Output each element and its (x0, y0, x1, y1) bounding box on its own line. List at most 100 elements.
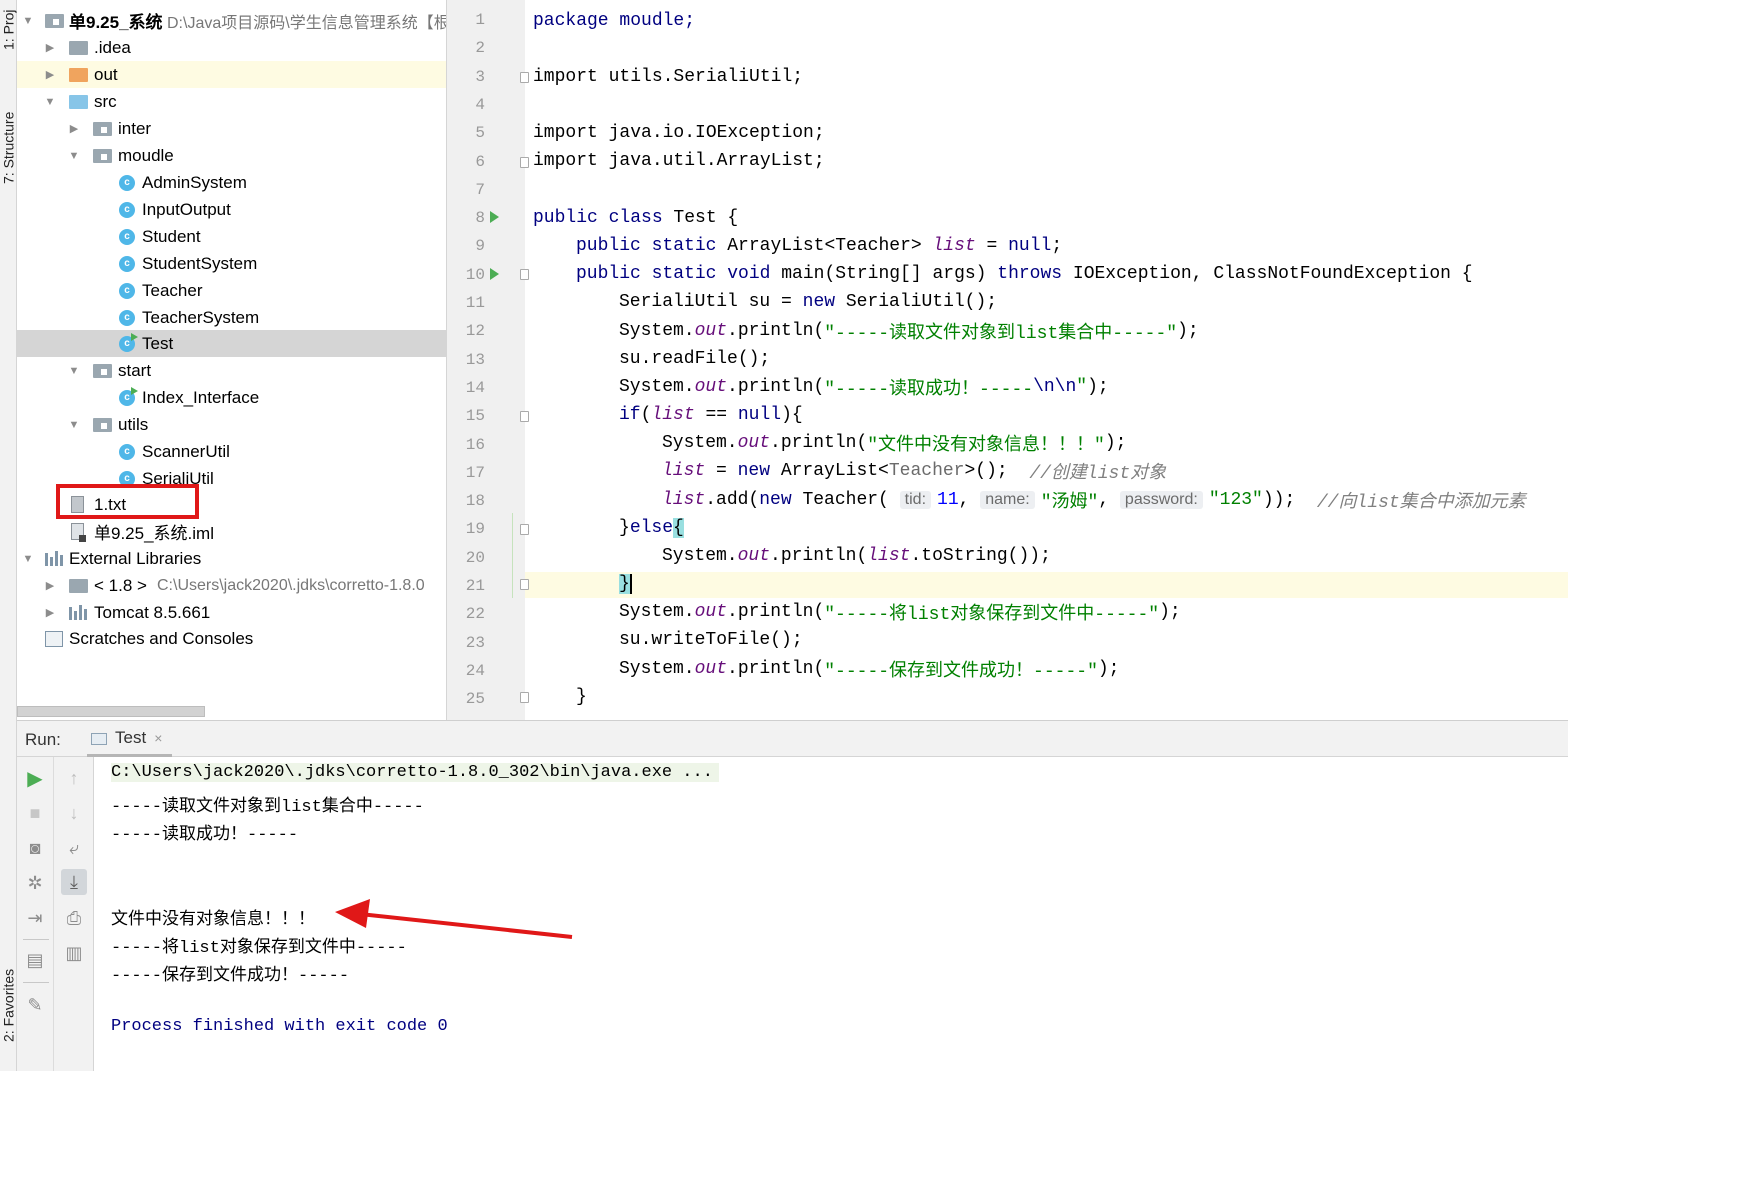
tree-row-utils[interactable]: ▼ utils (17, 411, 446, 438)
chevron-down-icon[interactable]: ▼ (68, 419, 80, 431)
line-number: 9 (475, 237, 485, 256)
up-arrow-icon[interactable]: ↑ (61, 765, 87, 791)
code-line: import java.util.ArrayList; (533, 151, 825, 171)
stop-icon[interactable]: ■ (22, 800, 48, 826)
console-line: -----将list对象保存到文件中----- (111, 939, 407, 958)
toolbar-separator (23, 939, 49, 940)
tree-root-name: 单9.25_系统 (69, 13, 163, 32)
java-class-icon: c (119, 174, 135, 191)
jdk-icon (69, 578, 88, 593)
code-line: } (619, 574, 632, 594)
close-icon[interactable]: × (154, 730, 162, 746)
favorites-tool-tab[interactable]: 2: Favorites (0, 950, 17, 1060)
tree-row-class[interactable]: c TeacherSystem (17, 304, 446, 331)
tree-item-label: Index_Interface (142, 387, 260, 407)
tree-row-idea[interactable]: ▶ .idea (17, 34, 446, 61)
scroll-to-end-icon[interactable]: ⤓ (61, 869, 87, 895)
tree-row-class[interactable]: c ScannerUtil (17, 438, 446, 465)
project-tool-tab[interactable]: 1: Proj (0, 0, 17, 60)
tree-row-external-libraries[interactable]: ▼ External Libraries (17, 545, 446, 572)
fold-marker-icon[interactable] (520, 269, 529, 280)
parameter-hint: password: (1119, 491, 1203, 509)
chevron-right-icon[interactable]: ▶ (44, 42, 56, 54)
console-line: -----读取文件对象到list集合中----- (111, 798, 424, 817)
java-class-icon: c (119, 443, 135, 460)
tree-row-tomcat[interactable]: ▶ Tomcat 8.5.661 (17, 599, 446, 626)
package-icon (93, 417, 112, 432)
line-number: 19 (465, 520, 485, 539)
chevron-down-icon[interactable]: ▼ (22, 15, 34, 27)
horizontal-scrollbar[interactable] (17, 706, 205, 717)
tree-item-label: Tomcat 8.5.661 (94, 602, 211, 622)
code-line: public static ArrayList<Teacher> list = … (576, 236, 1063, 256)
pin-icon[interactable]: ✎ (22, 992, 48, 1018)
tree-row-jdk[interactable]: ▶ < 1.8 > C:\Users\jack2020\.jdks\corret… (17, 572, 446, 599)
tree-row-moudle[interactable]: ▼ moudle (17, 142, 446, 169)
code-line: package moudle; (533, 11, 696, 31)
layout-icon[interactable]: ▤ (22, 947, 48, 973)
fold-marker-icon[interactable] (520, 524, 529, 535)
tree-row-class-selected[interactable]: c Test (17, 330, 446, 357)
tree-row-root[interactable]: ▼ 单9.25_系统 D:\Java项目源码\学生信息管理系统【根 (17, 7, 446, 34)
chevron-down-icon[interactable]: ▼ (68, 150, 80, 162)
text-caret (629, 574, 632, 594)
code-line: SerialiUtil su = new SerialiUtil(); (619, 292, 998, 312)
camera-icon[interactable]: ◙ (22, 835, 48, 861)
line-number: 17 (465, 463, 485, 482)
chevron-down-icon[interactable]: ▼ (44, 96, 56, 108)
tree-item-label: Student (142, 226, 201, 246)
debug-icon[interactable]: ✲ (22, 870, 48, 896)
code-editor[interactable]: 1 2 3 4 5 6 7 8 9 10 11 12 13 14 15 16 17 18 19 20 21 22 23 24 2… (447, 0, 1568, 720)
chevron-right-icon[interactable]: ▶ (44, 580, 56, 592)
fold-marker-icon[interactable] (520, 157, 529, 168)
chevron-down-icon[interactable]: ▼ (22, 553, 34, 565)
java-runnable-class-icon: c (119, 332, 138, 352)
tree-item-label: TeacherSystem (142, 307, 260, 327)
tree-row-start[interactable]: ▼ start (17, 357, 446, 384)
code-line: } else{ (619, 518, 684, 538)
fold-marker-icon[interactable] (520, 692, 529, 703)
trash-icon[interactable]: ▥ (61, 940, 87, 966)
run-console-output[interactable]: C:\Users\jack2020\.jdks\corretto-1.8.0_3… (95, 757, 1568, 1071)
run-gutter-icon[interactable] (490, 268, 499, 280)
print-icon[interactable]: ⎙ (61, 905, 87, 931)
chevron-down-icon[interactable]: ▼ (68, 365, 80, 377)
tree-row-class[interactable]: c AdminSystem (17, 169, 446, 196)
fold-marker-icon[interactable] (520, 72, 529, 83)
chevron-right-icon[interactable]: ▶ (68, 123, 80, 135)
soft-wrap-icon[interactable]: ⤶ (61, 835, 87, 861)
run-gutter-icon[interactable] (490, 211, 499, 223)
chevron-right-icon[interactable]: ▶ (44, 607, 56, 619)
rerun-icon[interactable]: ▶ (22, 765, 48, 791)
structure-tool-tab[interactable]: 7: Structure (0, 95, 17, 200)
tree-row-scratches[interactable]: Scratches and Consoles (17, 625, 446, 652)
run-tab-test[interactable]: Test × (87, 721, 173, 757)
fold-marker-icon[interactable] (520, 579, 529, 590)
line-number: 10 (465, 265, 485, 284)
line-number: 1 (475, 11, 485, 29)
chevron-right-icon[interactable]: ▶ (44, 69, 56, 81)
line-number: 13 (465, 350, 485, 369)
tree-row-class[interactable]: c StudentSystem (17, 250, 446, 277)
tree-row-class[interactable]: c Teacher (17, 277, 446, 304)
tree-row-inter[interactable]: ▶ inter (17, 115, 446, 142)
tree-row-iml-file[interactable]: 单9.25_系统.iml (17, 518, 446, 545)
tree-item-label: .idea (94, 37, 131, 57)
down-arrow-icon[interactable]: ↓ (61, 800, 87, 826)
exit-icon[interactable]: ⇥ (22, 905, 48, 931)
tree-row-class[interactable]: c InputOutput (17, 196, 446, 223)
tree-item-label: InputOutput (142, 199, 231, 219)
tree-row-src[interactable]: ▼ src (17, 88, 446, 115)
tree-item-label: ScannerUtil (142, 441, 230, 461)
fold-marker-icon[interactable] (520, 411, 529, 422)
tree-item-label: moudle (118, 145, 174, 165)
code-line: System. out .println("文件中没有对象信息！！！"); (662, 433, 1127, 456)
tree-row-class[interactable]: c Student (17, 223, 446, 250)
scratches-icon (45, 630, 63, 647)
line-number: 2 (475, 39, 485, 58)
tree-row-class[interactable]: c Index_Interface (17, 384, 446, 411)
line-number: 18 (465, 492, 485, 511)
java-class-icon: c (119, 228, 135, 245)
tree-row-out[interactable]: ▶ out (17, 61, 446, 88)
run-label: Run: (25, 730, 61, 749)
